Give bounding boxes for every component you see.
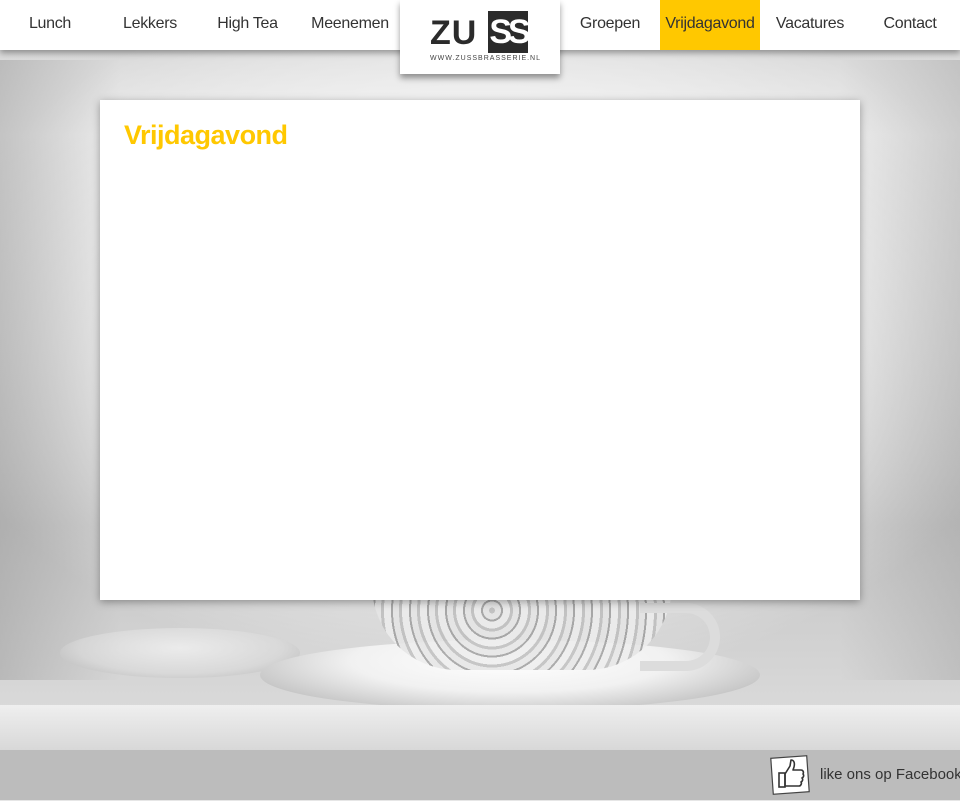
logo-home-link[interactable]: ZU SS WWW.ZUSSBRASSERIE.NL [400,0,560,74]
page-title: Vrijdagavond [124,120,288,150]
nav-item-lekkers[interactable]: Lekkers [100,0,200,50]
zuss-logo: ZU SS [430,11,531,53]
logo-ss-block: SS [488,11,531,53]
nav-item-contact[interactable]: Contact [860,0,960,50]
nav-item-vrijdagavond[interactable]: Vrijdagavond [660,0,760,50]
nav-item-lunch[interactable]: Lunch [0,0,100,50]
facebook-like-label: like ons op Facebook [820,766,960,783]
facebook-like-link[interactable]: like ons op Facebook [770,754,960,796]
nav-item-vacatures[interactable]: Vacatures [760,0,860,50]
nav-item-high-tea[interactable]: High Tea [200,0,295,50]
nav-item-groepen[interactable]: Groepen [560,0,660,50]
nav-item-meenemen[interactable]: Meenemen [300,0,400,50]
thumbs-up-icon [770,754,812,796]
logo-url: WWW.ZUSSBRASSERIE.NL [430,55,542,62]
logo-text-zu: ZU [430,14,478,52]
content-panel: Vrijdagavond [100,100,860,600]
footer: like ons op Facebook [0,750,960,800]
logo-text-ss: SS [489,13,530,51]
